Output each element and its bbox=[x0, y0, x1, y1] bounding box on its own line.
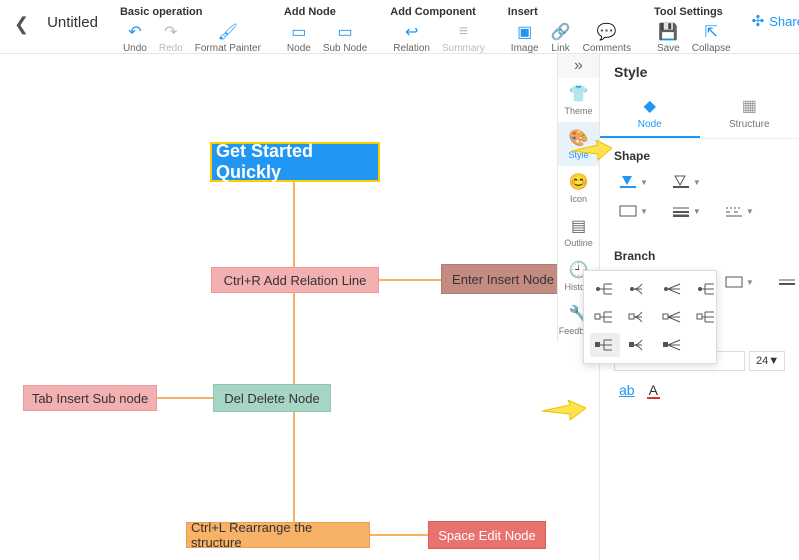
doc-title[interactable]: Untitled bbox=[37, 4, 118, 31]
group-add-component: Add Component ↩Relation ≡Summary bbox=[388, 4, 498, 54]
node-root[interactable]: Get Started Quickly bbox=[210, 142, 380, 182]
redo-button[interactable]: ↷Redo bbox=[154, 22, 188, 54]
font-color-button[interactable]: A bbox=[644, 379, 663, 401]
group-label: Add Component bbox=[388, 4, 498, 22]
connector bbox=[370, 534, 428, 536]
section-heading: Branch bbox=[614, 249, 785, 263]
panel-tab-node[interactable]: ◆Node bbox=[600, 90, 700, 138]
layout-option[interactable] bbox=[658, 277, 688, 301]
group-label: Basic operation bbox=[118, 4, 274, 22]
node-enter[interactable]: Enter Insert Node bbox=[441, 264, 565, 294]
connector bbox=[157, 397, 213, 399]
node-tab[interactable]: Tab Insert Sub node bbox=[23, 385, 157, 411]
layout-option[interactable] bbox=[590, 333, 620, 357]
summary-button[interactable]: ≡Summary bbox=[437, 22, 490, 54]
connector bbox=[293, 182, 295, 546]
tab-icon[interactable]: 😊Icon bbox=[558, 166, 599, 210]
node-tab-icon: ◆ bbox=[644, 96, 656, 116]
border-width-option[interactable]: ▼ bbox=[667, 201, 706, 221]
image-button[interactable]: ▣Image bbox=[506, 22, 544, 54]
layout-option[interactable] bbox=[658, 305, 688, 329]
branch-shape-option[interactable]: ▼ bbox=[720, 271, 759, 293]
fill-color-option[interactable]: ▼ bbox=[614, 171, 653, 193]
section-shape: Shape ▼ ▼ ▼ ▼ ▼ bbox=[600, 139, 799, 239]
layout-option[interactable] bbox=[590, 277, 620, 301]
outline-icon: ▤ bbox=[571, 216, 586, 236]
group-label: Add Node bbox=[282, 4, 380, 22]
group-label: Insert bbox=[506, 4, 644, 22]
node-del[interactable]: Del Delete Node bbox=[213, 384, 331, 412]
layout-option[interactable] bbox=[658, 333, 688, 357]
node-relation[interactable]: Ctrl+R Add Relation Line bbox=[211, 267, 379, 293]
branch-layout-popup bbox=[583, 270, 717, 364]
node-rearrange[interactable]: Ctrl+L Rearrange the structure bbox=[186, 522, 370, 548]
connector bbox=[379, 279, 441, 281]
border-color-option[interactable]: ▼ bbox=[667, 171, 706, 193]
branch-width-option[interactable]: ▼ bbox=[773, 271, 799, 293]
back-button[interactable]: ❮ bbox=[10, 4, 37, 35]
toolbar: ❮ Untitled Basic operation ↶Undo ↷Redo 🖌… bbox=[0, 0, 799, 54]
tab-theme[interactable]: 👕Theme bbox=[558, 78, 599, 122]
share-icon: ✣ bbox=[752, 12, 765, 30]
link-button[interactable]: 🔗Link bbox=[546, 22, 576, 54]
theme-icon: 👕 bbox=[569, 84, 589, 104]
callout-arrow bbox=[572, 140, 612, 162]
section-heading: Shape bbox=[614, 149, 785, 163]
undo-button[interactable]: ↶Undo bbox=[118, 22, 152, 54]
underline-button[interactable]: ab bbox=[614, 379, 640, 401]
border-style-option[interactable]: ▼ bbox=[720, 201, 759, 221]
font-size-select[interactable]: 24▼ bbox=[749, 351, 785, 371]
group-insert: Insert ▣Image 🔗Link 💬Comments bbox=[506, 4, 644, 54]
layout-option[interactable] bbox=[624, 333, 654, 357]
layout-option[interactable] bbox=[590, 305, 620, 329]
group-tool-settings: Tool Settings 💾Save ⇱Collapse bbox=[652, 4, 744, 54]
layout-option[interactable] bbox=[692, 305, 722, 329]
relation-button[interactable]: ↩Relation bbox=[388, 22, 435, 54]
tab-outline[interactable]: ▤Outline bbox=[558, 210, 599, 254]
node-button[interactable]: ▭Node bbox=[282, 22, 316, 54]
layout-option[interactable] bbox=[692, 277, 722, 301]
format-painter-button[interactable]: 🖌Format Painter bbox=[190, 22, 266, 54]
comments-button[interactable]: 💬Comments bbox=[578, 22, 636, 54]
share-button[interactable]: ✣Share bbox=[752, 12, 799, 30]
collapse-button[interactable]: ⇱Collapse bbox=[687, 22, 736, 54]
callout-arrow bbox=[542, 400, 586, 422]
structure-tab-icon: ▦ bbox=[742, 96, 757, 116]
panel-title: Style bbox=[600, 54, 799, 90]
save-button[interactable]: 💾Save bbox=[652, 22, 685, 54]
node-space[interactable]: Space Edit Node bbox=[428, 521, 546, 549]
panel-tab-structure[interactable]: ▦Structure bbox=[700, 90, 799, 138]
layout-option[interactable] bbox=[624, 277, 654, 301]
subnode-button[interactable]: ▭Sub Node bbox=[318, 22, 372, 54]
layout-option[interactable] bbox=[624, 305, 654, 329]
shape-type-option[interactable]: ▼ bbox=[614, 201, 653, 221]
collapse-panel-button[interactable]: » bbox=[558, 54, 599, 78]
group-add-node: Add Node ▭Node ▭Sub Node bbox=[282, 4, 380, 54]
group-label: Tool Settings bbox=[652, 4, 744, 22]
group-basic: Basic operation ↶Undo ↷Redo 🖌Format Pain… bbox=[118, 4, 274, 54]
icon-icon: 😊 bbox=[569, 172, 589, 192]
